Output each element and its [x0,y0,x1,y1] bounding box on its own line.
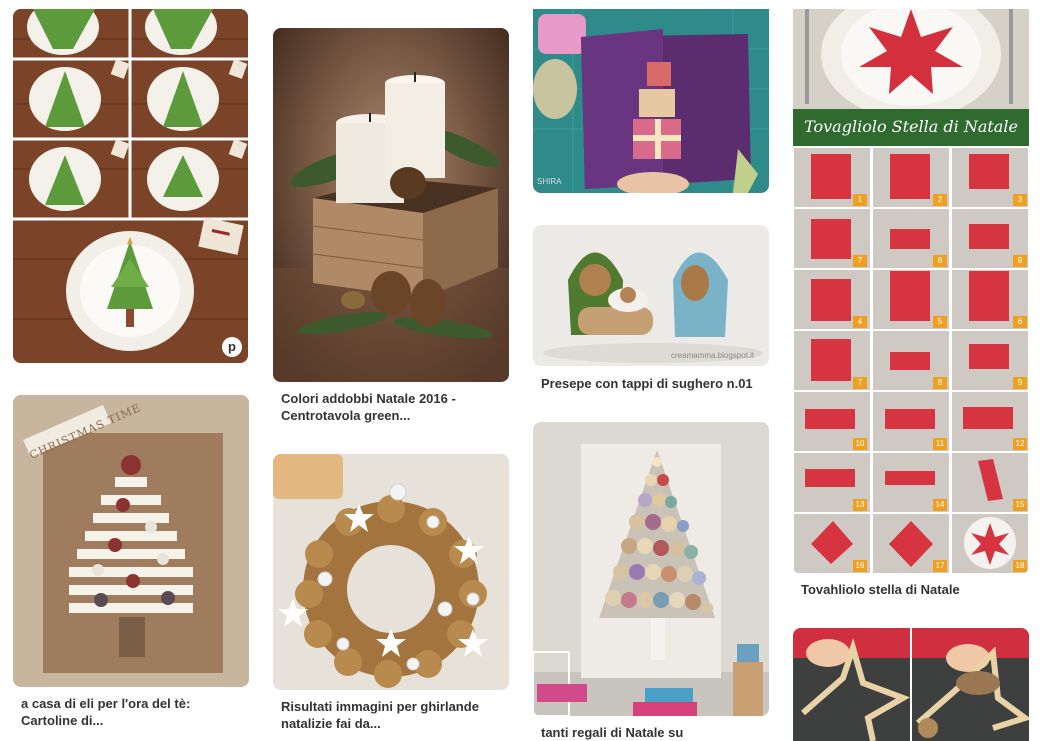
step-number-4: 4 [853,316,867,328]
walnut-wreath-illustration [273,454,509,690]
step-number-2: 2 [933,194,947,206]
pin-image-button-tree-card[interactable]: CHRISTMAS TIME [13,395,249,687]
step-number-13: 13 [853,499,867,511]
pin-button-tree-card[interactable]: CHRISTMAS TIME a casa di eli per l'ora d… [13,395,249,735]
pin-image-napkin-tree[interactable]: p [13,9,248,363]
pin-walnut-wreath[interactable]: Risultati immagini per ghirlande nataliz… [273,454,509,741]
gift-card-illustration [533,9,769,193]
pin-tube-tree[interactable]: tanti regali di Natale su [533,422,769,741]
napkin-tree-illustration [13,9,248,363]
pin-image-star-napkin[interactable]: Tovagliolo Stella di Natale 1 2 3 7 8 9 … [793,9,1029,574]
step-number-7a: 7 [853,255,867,267]
step-number-15: 15 [1013,499,1027,511]
nativity-illustration [533,225,769,366]
pin-image-nativity[interactable]: creamamma.blogspot.it [533,225,769,366]
pin-stick-star[interactable] [793,628,1029,741]
step-number-17: 17 [933,560,947,572]
step-number-18: 18 [1013,560,1027,572]
step-number-1: 1 [853,194,867,206]
pin-badge-icon[interactable]: p [222,337,242,357]
button-tree-illustration [13,395,249,687]
step-number-8a: 8 [933,255,947,267]
nativity-watermark: creamamma.blogspot.it [671,351,755,360]
pin-napkin-tree[interactable]: p [13,9,248,363]
step-number-9a: 9 [1013,255,1027,267]
step-number-10: 10 [853,438,867,450]
pin-star-napkin[interactable]: Tovagliolo Stella di Natale 1 2 3 7 8 9 … [793,9,1029,609]
step-number-8b: 8 [933,377,947,389]
pin-gift-card[interactable]: SHIRA [533,9,769,193]
pin-caption[interactable]: tanti regali di Natale su [541,724,761,741]
pin-caption[interactable]: a casa di eli per l'ora del tè: Cartolin… [21,695,241,729]
pin-caption[interactable]: Presepe con tappi di sughero n.01 [541,375,761,392]
pin-nativity[interactable]: creamamma.blogspot.it Presepe con tappi … [533,225,769,395]
pin-caption[interactable]: Risultati immagini per ghirlande nataliz… [281,698,501,732]
pin-centrepiece[interactable]: Colori addobbi Natale 2016 - Centrotavol… [273,28,509,428]
pin-image-centrepiece[interactable] [273,28,509,382]
pin-image-walnut-wreath[interactable] [273,454,509,690]
step-number-3: 3 [1013,194,1027,206]
pin-image-tube-tree[interactable] [533,422,769,716]
step-number-14: 14 [933,499,947,511]
star-napkin-title: Tovagliolo Stella di Natale [804,117,1018,136]
centrepiece-illustration [273,28,509,382]
step-number-7b: 7 [853,377,867,389]
step-number-9b: 9 [1013,377,1027,389]
step-number-12: 12 [1013,438,1027,450]
step-number-16: 16 [853,560,867,572]
pin-image-stick-star[interactable] [793,628,1029,741]
step-number-5: 5 [933,316,947,328]
star-napkin-illustration [793,9,1029,574]
step-number-6: 6 [1013,316,1027,328]
pin-image-gift-card[interactable]: SHIRA [533,9,769,193]
tube-tree-illustration [533,422,769,716]
gift-card-watermark: SHIRA [537,177,562,186]
pin-caption[interactable]: Colori addobbi Natale 2016 - Centrotavol… [281,390,501,424]
step-number-11: 11 [933,438,947,450]
stick-star-illustration [793,628,1029,741]
pin-caption[interactable]: Tovahliolo stella di Natale [801,581,1021,598]
